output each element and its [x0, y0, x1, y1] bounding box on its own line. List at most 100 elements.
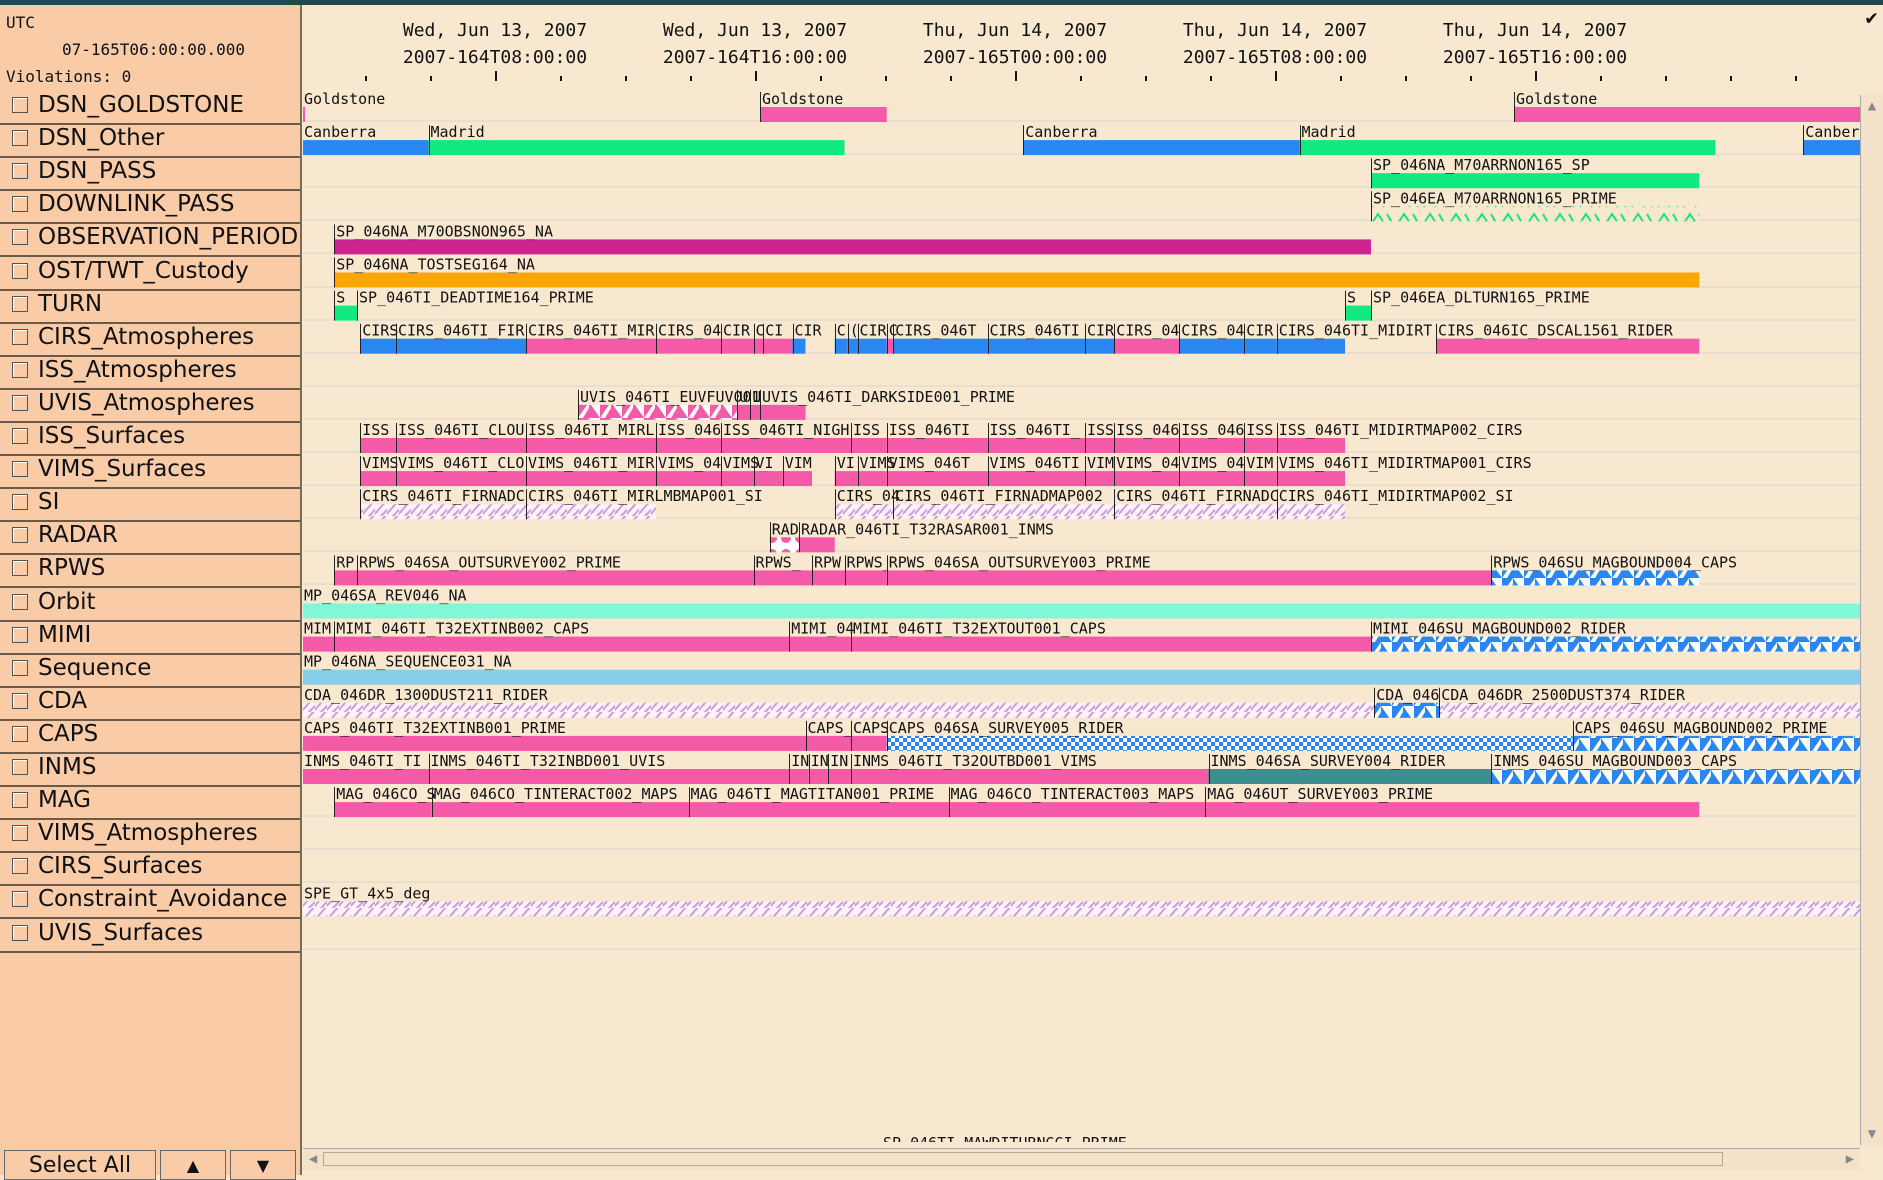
- track-checkbox[interactable]: [12, 659, 28, 676]
- activity-bar[interactable]: [1371, 206, 1700, 222]
- activity-bar[interactable]: [1023, 140, 1300, 156]
- activity-bar[interactable]: [360, 338, 396, 354]
- track-checkbox[interactable]: [12, 361, 28, 378]
- track-checkbox[interactable]: [12, 328, 28, 345]
- track-checkbox[interactable]: [12, 858, 28, 875]
- activity-bar[interactable]: [782, 471, 812, 487]
- activity-bar[interactable]: [1208, 769, 1492, 784]
- activity-bar[interactable]: [834, 471, 858, 487]
- corner-check-icon[interactable]: ✔: [1860, 5, 1883, 35]
- activity-bar[interactable]: [1436, 338, 1700, 354]
- activity-bar[interactable]: [526, 338, 656, 354]
- activity-bar[interactable]: [303, 140, 429, 156]
- activity-bar[interactable]: [834, 504, 894, 520]
- activity-bar[interactable]: [805, 735, 852, 751]
- activity-bar[interactable]: [812, 570, 845, 586]
- activity-bar[interactable]: [1085, 438, 1115, 453]
- activity-bar[interactable]: [656, 338, 721, 354]
- activity-bar[interactable]: [360, 438, 396, 453]
- track-checkbox[interactable]: [12, 891, 28, 908]
- activity-bar[interactable]: [656, 438, 721, 453]
- activity-bar[interactable]: [1244, 438, 1277, 453]
- activity-bar[interactable]: [851, 735, 887, 751]
- activity-bar[interactable]: [396, 438, 526, 453]
- activity-bar[interactable]: [360, 471, 396, 487]
- activity-bar[interactable]: [737, 404, 751, 420]
- activity-bar[interactable]: [851, 636, 1371, 652]
- activity-bar[interactable]: [763, 338, 793, 354]
- select-all-button[interactable]: Select All: [4, 1150, 156, 1180]
- track-checkbox[interactable]: [12, 97, 28, 113]
- activity-bar[interactable]: [334, 305, 357, 321]
- activity-bar[interactable]: [886, 570, 1492, 586]
- scroll-left-icon[interactable]: ◀: [304, 1150, 322, 1168]
- activity-bar[interactable]: [357, 570, 754, 586]
- track-checkbox[interactable]: [12, 428, 28, 444]
- track-row[interactable]: UVIS_Surfaces: [0, 915, 300, 953]
- activity-bar[interactable]: [792, 338, 806, 354]
- track-checkbox[interactable]: [12, 825, 28, 842]
- activity-bar[interactable]: [753, 471, 783, 487]
- activity-bar[interactable]: [303, 735, 806, 751]
- activity-bar[interactable]: [893, 504, 1115, 520]
- activity-bar[interactable]: [360, 504, 526, 520]
- activity-bar[interactable]: [1572, 735, 1861, 751]
- activity-bar[interactable]: [1371, 636, 1860, 652]
- track-checkbox[interactable]: [12, 295, 28, 312]
- activity-bar[interactable]: [760, 404, 806, 420]
- track-checkbox[interactable]: [12, 725, 28, 742]
- activity-bar[interactable]: [851, 438, 887, 453]
- track-checkbox[interactable]: [12, 461, 28, 478]
- activity-bar[interactable]: [753, 570, 813, 586]
- activity-bar[interactable]: [1439, 702, 1860, 718]
- activity-bar[interactable]: [688, 802, 949, 818]
- activity-bar[interactable]: [656, 471, 721, 487]
- activity-bar[interactable]: [303, 901, 1860, 917]
- activity-bar[interactable]: [828, 769, 851, 784]
- scroll-down-icon[interactable]: ▼: [1863, 1125, 1881, 1143]
- vertical-scrollbar[interactable]: ▲ ▼: [1860, 95, 1883, 1145]
- activity-bar[interactable]: [334, 636, 790, 652]
- activity-bar[interactable]: [303, 769, 429, 784]
- activity-bar[interactable]: [987, 338, 1086, 354]
- track-checkbox[interactable]: [12, 494, 28, 511]
- activity-bar[interactable]: [334, 802, 432, 818]
- activity-bar[interactable]: [721, 438, 851, 453]
- horizontal-scrollbar[interactable]: ◀ ▶: [303, 1148, 1860, 1170]
- activity-bar[interactable]: [857, 338, 887, 354]
- activity-bar[interactable]: [526, 504, 656, 520]
- move-down-button[interactable]: ▼: [230, 1150, 296, 1180]
- activity-bar[interactable]: [1114, 471, 1180, 487]
- activity-bar[interactable]: [428, 769, 790, 784]
- activity-bar[interactable]: [886, 471, 988, 487]
- scroll-right-icon[interactable]: ▶: [1841, 1150, 1859, 1168]
- track-checkbox[interactable]: [12, 262, 28, 279]
- activity-bar[interactable]: [578, 404, 738, 420]
- track-checkbox[interactable]: [12, 130, 28, 147]
- activity-bar[interactable]: [1085, 471, 1115, 487]
- activity-bar[interactable]: [334, 570, 357, 586]
- track-checkbox[interactable]: [12, 593, 28, 610]
- activity-bar[interactable]: [844, 570, 887, 586]
- activity-bar[interactable]: [1299, 140, 1716, 156]
- activity-bar[interactable]: [526, 471, 656, 487]
- move-up-button[interactable]: ▲: [160, 1150, 226, 1180]
- activity-bar[interactable]: [1179, 338, 1245, 354]
- activity-bar[interactable]: [886, 735, 1573, 751]
- activity-bar[interactable]: [303, 636, 335, 652]
- activity-bar[interactable]: [769, 537, 799, 553]
- activity-bar[interactable]: [1345, 305, 1371, 321]
- horizontal-scroll-thumb[interactable]: [323, 1152, 1723, 1166]
- activity-bar[interactable]: [1276, 338, 1345, 354]
- activity-bar[interactable]: [760, 107, 887, 122]
- activity-bar[interactable]: [1244, 471, 1277, 487]
- activity-bar[interactable]: [1491, 570, 1700, 586]
- activity-bar[interactable]: [808, 769, 829, 784]
- activity-bar[interactable]: [303, 669, 1860, 685]
- activity-bar[interactable]: [789, 769, 809, 784]
- track-checkbox[interactable]: [12, 229, 28, 246]
- activity-bar[interactable]: [431, 802, 689, 818]
- activity-bar[interactable]: [1179, 471, 1245, 487]
- activity-bar[interactable]: [1276, 438, 1345, 453]
- activity-bar[interactable]: [1205, 802, 1700, 818]
